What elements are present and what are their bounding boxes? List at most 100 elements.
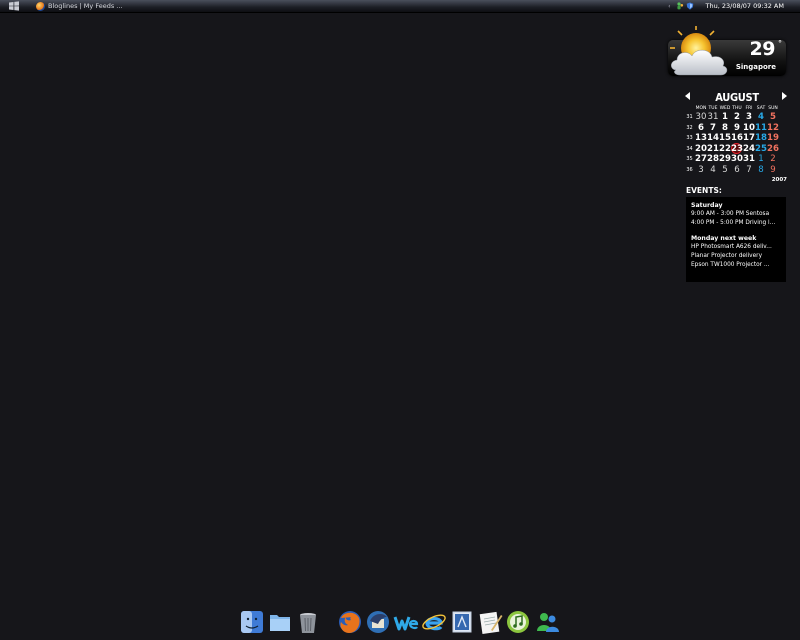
calendar-day-number: 3 [698, 164, 704, 175]
calendar-day[interactable]: 22 [719, 144, 731, 155]
calendar-day[interactable]: 2 [767, 154, 779, 165]
calendar-day[interactable]: 30 [695, 112, 707, 123]
weekday-header: FRI [745, 106, 753, 111]
sun-cloud-icon [670, 26, 728, 76]
calendar-day-number: 29 [719, 154, 731, 165]
calendar-day[interactable]: 29 [719, 154, 731, 165]
calendar-day[interactable]: 31 [707, 112, 719, 123]
calendar-day-number: 8 [722, 122, 728, 133]
calendar-day-number: 12 [767, 122, 779, 133]
calendar-day[interactable]: 11 [755, 123, 767, 134]
calendar-day[interactable]: 20 [695, 144, 707, 155]
network-people-icon[interactable] [676, 2, 684, 10]
event-item[interactable]: 4:00 PM - 5:00 PM Driving l... [691, 219, 782, 228]
calendar-day[interactable]: 19 [767, 133, 779, 144]
calendar-day[interactable]: 1 [719, 112, 731, 123]
calendar-day-number: 21 [707, 143, 719, 154]
calendar-day-number: 1 [758, 154, 764, 165]
windows-logo-icon[interactable] [8, 1, 20, 11]
calendar-day-number: 30 [695, 112, 707, 122]
firefox-icon[interactable] [337, 609, 363, 635]
folder-icon[interactable] [267, 609, 293, 635]
shield-icon[interactable] [686, 2, 694, 10]
calendar-day-number: 16 [731, 133, 743, 144]
windows-live-writer-icon[interactable] [393, 609, 419, 635]
calendar-day[interactable]: 4 [755, 112, 767, 123]
event-item[interactable]: HP Photosmart A626 deliv... [691, 243, 782, 252]
mail-stamp-icon[interactable] [449, 609, 475, 635]
calendar-day[interactable]: 31 [743, 154, 755, 165]
tray-expand-icon[interactable]: ‹ [668, 3, 670, 10]
calendar-day-number: 25 [755, 143, 767, 154]
calendar-day[interactable]: 8 [719, 123, 731, 134]
trash-icon[interactable] [295, 609, 321, 635]
calendar-day-number: 8 [758, 164, 764, 175]
calendar-day[interactable]: 26 [767, 144, 779, 155]
calendar-day[interactable]: 6 [731, 165, 743, 176]
calendar-day[interactable]: 8 [755, 165, 767, 176]
finder-icon[interactable] [239, 609, 265, 635]
calendar-day[interactable]: 7 [707, 123, 719, 134]
event-item[interactable]: Epson TW1000 Projector ... [691, 261, 782, 270]
calendar-day-today[interactable]: 23 [731, 143, 743, 155]
calendar-day[interactable]: 3 [743, 112, 755, 123]
calendar-day[interactable]: 18 [755, 133, 767, 144]
events-gadget: EVENTS: Saturday 9:00 AM - 3:00 PM Sento… [686, 186, 786, 282]
calendar-day[interactable]: 13 [695, 133, 707, 144]
calendar-day[interactable]: 10 [743, 123, 755, 134]
calendar-day-number: 30 [731, 154, 743, 165]
calendar-day[interactable]: 5 [719, 165, 731, 176]
calendar-day-number: 15 [719, 133, 731, 144]
calendar-day-number: 18 [755, 133, 767, 144]
taskbar-button-bloglines[interactable]: Bloglines | My Feeds ... [36, 0, 123, 12]
temperature-value: 29 [749, 38, 776, 60]
calendar-day[interactable]: 25 [755, 144, 767, 155]
calendar-day[interactable]: 3 [695, 165, 707, 176]
calendar-day[interactable]: 2 [731, 112, 743, 123]
next-month-icon[interactable] [782, 92, 787, 100]
events-title: EVENTS: [686, 186, 722, 195]
calendar-day-number: 4 [710, 164, 716, 175]
internet-explorer-icon[interactable] [421, 609, 447, 635]
calendar-day[interactable]: 27 [695, 154, 707, 165]
thunderbird-icon[interactable] [365, 609, 391, 635]
event-item[interactable]: Planar Projector delivery [691, 252, 782, 261]
calendar-day[interactable]: 21 [707, 144, 719, 155]
calendar-day[interactable]: 14 [707, 133, 719, 144]
taskbar-clock[interactable]: Thu, 23/08/07 09:32 AM [706, 2, 784, 10]
calendar-day-number: 1 [722, 112, 728, 122]
calendar-day[interactable]: 24 [743, 144, 755, 155]
weather-gadget[interactable]: 29 ° Singapore [666, 26, 788, 82]
calendar-day[interactable]: 28 [707, 154, 719, 165]
week-number: 32 [686, 124, 693, 131]
dock [239, 605, 561, 639]
week-number: 33 [686, 135, 693, 142]
calendar-day[interactable]: 9 [767, 165, 779, 176]
calendar-day[interactable]: 4 [707, 165, 719, 176]
textedit-icon[interactable] [477, 609, 503, 635]
itunes-icon[interactable] [505, 609, 531, 635]
event-item[interactable]: 9:00 AM - 3:00 PM Sentosa [691, 210, 782, 219]
calendar-gadget: AUGUST MON TUE WED THU FRI SAT SUN 31 30 3… [684, 90, 790, 183]
calendar-day[interactable]: 7 [743, 165, 755, 176]
messenger-icon[interactable] [535, 609, 561, 635]
calendar-day[interactable]: 1 [755, 154, 767, 165]
taskbar-button-label: Bloglines | My Feeds ... [48, 2, 123, 10]
calendar-day[interactable]: 9 [731, 123, 743, 134]
calendar-day[interactable]: 30 [731, 154, 743, 165]
weekday-header: SAT [756, 106, 766, 111]
calendar-day[interactable]: 15 [719, 133, 731, 144]
weekday-header: WED [719, 106, 731, 111]
calendar-day-number: 6 [698, 122, 704, 133]
calendar-day-number: 14 [707, 133, 719, 144]
system-tray: ‹ Thu, 23/08/07 09:32 AM [668, 0, 800, 12]
calendar-day-number: 6 [734, 164, 740, 175]
calendar-day-number: 27 [695, 154, 707, 165]
calendar-day[interactable]: 6 [695, 123, 707, 134]
calendar-day[interactable]: 17 [743, 133, 755, 144]
calendar-day[interactable]: 5 [767, 112, 779, 123]
calendar-day[interactable]: 16 [731, 133, 743, 144]
calendar-day-number: 9 [770, 164, 776, 175]
calendar-day[interactable]: 12 [767, 123, 779, 134]
calendar-day-number: 2 [770, 154, 776, 165]
